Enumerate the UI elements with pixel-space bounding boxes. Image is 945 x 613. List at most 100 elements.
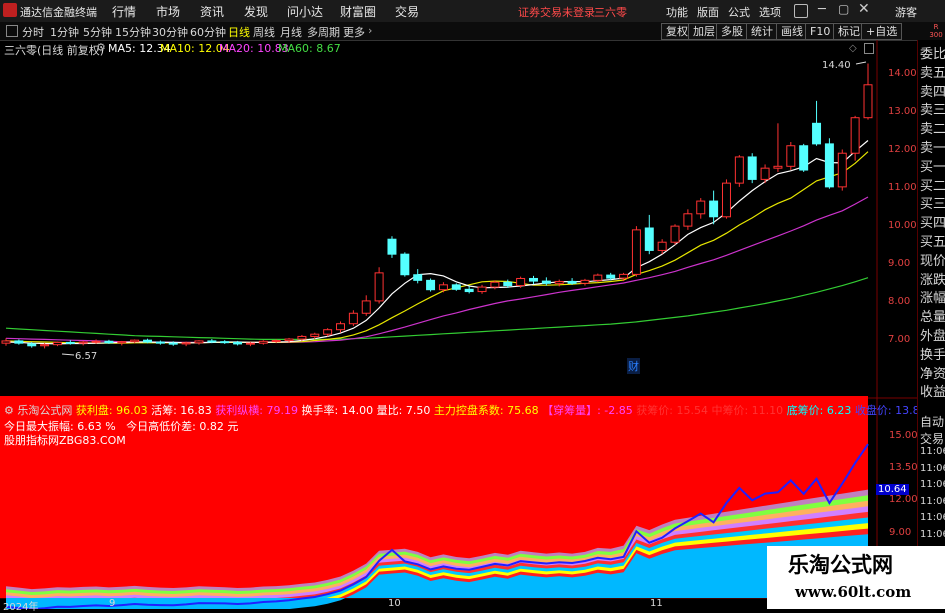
indicator-name[interactable]: 乐淘公式网 [17, 404, 72, 417]
gear-icon[interactable]: ⚙ [4, 404, 14, 417]
price-panel-title: 三六零(日线 前复权) [4, 44, 105, 57]
auto-trade-label: 自动 [920, 415, 945, 429]
candle-body [631, 229, 641, 275]
candle-body [207, 340, 217, 343]
indicator-value: 获利纵横: 79.19 [211, 404, 298, 417]
candle-body [336, 323, 345, 331]
candle-body [516, 277, 526, 287]
watermark-title: 乐淘公式网 [788, 553, 893, 577]
ind-axis-tick: 9.00 [889, 527, 912, 538]
price-axis-tick: 8.00 [888, 296, 911, 307]
candle-body [323, 329, 333, 335]
indicator-value: 收盘价: 13.83 [851, 404, 927, 417]
candle-body [619, 273, 629, 279]
ma20-line [5, 196, 869, 343]
candle-body [245, 342, 255, 345]
candle-body [760, 167, 770, 180]
indicator-value: 中筹价: 11.10 [707, 404, 784, 417]
diamond-icon[interactable]: ◇ [849, 43, 857, 54]
candle-body [52, 341, 62, 346]
max-price-label: 14.40 [822, 60, 851, 71]
ind-axis-tick: 12.00 [889, 494, 918, 505]
candle-body [799, 145, 809, 171]
tick-time: 11:06 [920, 446, 945, 457]
candle-body [773, 165, 783, 169]
candle-body [155, 341, 165, 344]
candle-body [233, 341, 243, 345]
corner-badge: R 300 [929, 23, 943, 39]
watermark-url: www.60lt.com [795, 583, 912, 601]
price-axis-tick: 10.00 [888, 220, 917, 231]
candle-body [490, 281, 500, 288]
candle-body [451, 284, 461, 290]
quote-field-label: 卖三 [920, 103, 945, 119]
candle-body [181, 342, 191, 345]
quote-field-label: 外盘 [920, 329, 945, 344]
quote-field-label: 卖二 [920, 122, 945, 138]
indicator-value: 【穿筹量】: -2.85 [538, 404, 633, 417]
price-axis-tick: 7.00 [888, 334, 911, 345]
candle-body [824, 143, 834, 188]
date-label: 9 [109, 598, 116, 609]
current-value-badge: 10.64 [876, 484, 909, 495]
tick-time: 11:06 [920, 512, 945, 523]
candle-body [14, 340, 24, 344]
candle-body [734, 156, 744, 184]
date-label: 11 [650, 598, 663, 609]
candle-body [426, 279, 436, 291]
candle-body [696, 200, 706, 215]
candle-body [310, 333, 320, 337]
ind-axis-tick: 13.50 [889, 462, 918, 473]
candle-body [644, 227, 654, 251]
finance-event-marker[interactable]: 财 [627, 358, 640, 374]
candle-body [413, 274, 423, 281]
candle-body [529, 277, 538, 282]
candle-body [1, 340, 11, 344]
quote-field-label: 买五 [920, 235, 945, 250]
candle-body [91, 340, 101, 343]
indicator-value: 获筹价: 15.54 [632, 404, 708, 417]
candle-body [194, 340, 204, 344]
auto-trade-label: 交易 [920, 431, 945, 446]
ma60-label: MA60: 8.67 [278, 42, 341, 55]
quote-field-label: 卖五 [920, 65, 945, 81]
candle-body [709, 200, 719, 218]
price-axis-tick: 14.00 [888, 68, 917, 79]
quote-field-label: 委比 [920, 47, 945, 62]
candle-body [850, 117, 860, 154]
candle-body [786, 145, 796, 167]
candle-body [65, 341, 75, 344]
site-note: 股朋指标网ZBG83.COM [4, 434, 126, 447]
candle-body [220, 341, 230, 344]
price-axis-tick: 9.00 [888, 258, 911, 269]
candle-body [503, 281, 513, 287]
candle-body [400, 253, 410, 276]
panel-toggle-icon[interactable] [864, 43, 874, 54]
indicator-header: ⚙ 乐淘公式网 获利盘: 96.03 活筹: 16.83 获利纵横: 79.19… [4, 402, 927, 418]
candle-body [130, 339, 140, 343]
quote-field-label: 卖一 [920, 141, 945, 156]
candle-body [297, 335, 307, 340]
quote-field-label: 涨幅 [920, 291, 945, 307]
candle-body [670, 225, 680, 243]
candle-body [438, 284, 448, 291]
date-label: 2024年 [3, 602, 39, 613]
quote-field-label: 卖四 [920, 84, 945, 100]
candle-body [567, 280, 577, 284]
candle-body [348, 312, 358, 325]
min-arrow [61, 353, 75, 356]
candle-body [580, 279, 590, 284]
indicator-value: 获利盘: 96.03 [75, 404, 148, 417]
settings-gear-icon[interactable]: ⚙ [96, 41, 106, 54]
candle-body [464, 288, 474, 293]
price-axis-tick: 13.00 [888, 106, 917, 117]
indicator-value: 换手率: 14.00 [297, 404, 374, 417]
tick-time: 11:06 [920, 479, 945, 490]
candle-body [40, 344, 50, 347]
candle-body [258, 340, 268, 344]
quote-field-label: 总量 [920, 310, 945, 326]
candle-body [27, 343, 37, 347]
min-price-label: 6.57 [75, 351, 98, 362]
kline-chart[interactable] [0, 0, 945, 609]
candle-body [284, 338, 294, 342]
